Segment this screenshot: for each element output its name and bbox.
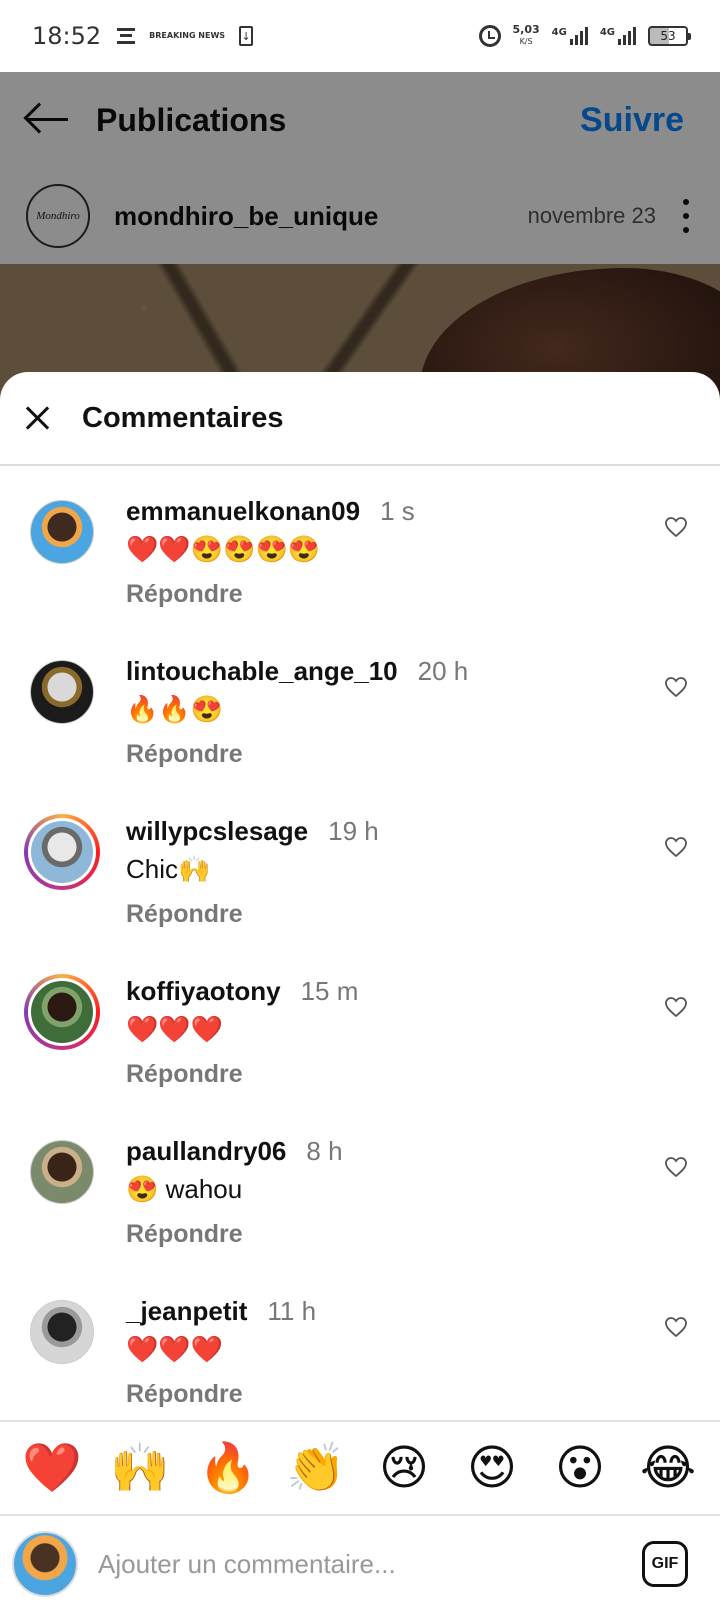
signal-icon-2: 4G [600, 27, 636, 45]
reply-button[interactable]: Répondre [126, 740, 243, 769]
comment-timestamp: 11 h [267, 1296, 317, 1326]
reaction-emoji-button[interactable]: 😂 [633, 1440, 703, 1496]
reaction-emoji-button[interactable]: 😮 [545, 1440, 615, 1496]
reply-button[interactable]: Répondre [126, 1380, 243, 1409]
close-icon[interactable] [22, 403, 52, 433]
comment-item: koffiyaotony 15 m ❤️❤️❤️ Répondre [0, 948, 720, 1112]
comment-item: willypcslesage 19 h Chic🙌 Répondre [0, 788, 720, 952]
alarm-icon [478, 25, 501, 47]
comment-timestamp: 8 h [306, 1136, 343, 1166]
comment-timestamp: 15 m [300, 976, 359, 1006]
reply-button[interactable]: Répondre [126, 1060, 243, 1089]
commenter-avatar[interactable] [30, 1140, 94, 1204]
gif-button[interactable]: GIF [642, 1541, 688, 1587]
reply-button[interactable]: Répondre [126, 580, 243, 609]
comment-username[interactable]: koffiyaotony 15 m [126, 976, 358, 1007]
status-bar: 18:52 BREAKING NEWS ↓ 5,03 K/S 4G 4G 53 [0, 0, 720, 72]
backdrop-overlay[interactable] [0, 72, 720, 412]
comments-title: Commentaires [82, 401, 284, 434]
comment-username[interactable]: emmanuelkonan09 1 s [126, 496, 415, 527]
reply-button[interactable]: Répondre [126, 1220, 243, 1249]
current-user-avatar [12, 1531, 78, 1597]
network-speed: 5,03 K/S [512, 23, 540, 47]
notification-icons: BREAKING NEWS ↓ [117, 26, 254, 46]
comment-username[interactable]: lintouchable_ange_10 20 h [126, 656, 468, 687]
comment-timestamp: 1 s [380, 496, 415, 526]
commenter-avatar[interactable] [30, 500, 94, 564]
reaction-emoji-button[interactable]: 🙌 [105, 1440, 175, 1496]
like-heart-icon[interactable] [664, 1316, 688, 1338]
battery-icon: 53 [648, 26, 691, 46]
download-icon: ↓ [239, 26, 254, 46]
reaction-emoji-button[interactable]: ❤️ [17, 1440, 87, 1496]
comment-timestamp: 19 h [328, 816, 379, 846]
comment-text: 😍 wahou [126, 1174, 243, 1204]
comment-text: 🔥🔥😍 [126, 694, 224, 724]
reaction-emoji-button[interactable]: 😍 [457, 1440, 527, 1496]
comment-username-text[interactable]: willypcslesage [126, 816, 308, 846]
reply-button[interactable]: Répondre [126, 900, 243, 929]
reaction-emoji-button[interactable]: 😢 [369, 1440, 439, 1496]
comments-list: emmanuelkonan09 1 s ❤️❤️😍😍😍😍 Répondre lintou… [0, 468, 720, 1420]
comment-text: ❤️❤️❤️ [126, 1334, 224, 1364]
comment-text: ❤️❤️❤️ [126, 1014, 224, 1044]
comment-input[interactable] [98, 1548, 642, 1580]
like-heart-icon[interactable] [664, 836, 688, 858]
commenter-avatar[interactable] [30, 1300, 94, 1364]
comment-username[interactable]: willypcslesage 19 h [126, 816, 379, 847]
like-heart-icon[interactable] [664, 996, 688, 1018]
system-icons: 5,03 K/S 4G 4G 53 [478, 0, 691, 72]
comment-item: paullandry06 8 h 😍 wahou Répondre [0, 1108, 720, 1272]
comment-username[interactable]: _jeanpetit 11 h [126, 1296, 316, 1327]
comment-composer: GIF [0, 1514, 720, 1612]
comment-username-text[interactable]: _jeanpetit [126, 1296, 247, 1326]
comment-item: lintouchable_ange_10 20 h 🔥🔥😍 Répondre [0, 628, 720, 792]
comment-item: _jeanpetit 11 h ❤️❤️❤️ Répondre [0, 1268, 720, 1420]
like-heart-icon[interactable] [664, 516, 688, 538]
comment-text: ❤️❤️😍😍😍😍 [126, 534, 321, 564]
app-notification-icon [117, 28, 136, 44]
comment-username-text[interactable]: lintouchable_ange_10 [126, 656, 398, 686]
commenter-avatar[interactable] [24, 974, 100, 1050]
signal-icon: 4G [552, 27, 588, 45]
quick-reactions-bar: ❤️ 🙌 🔥 👏 😢 😍 😮 😂 [0, 1420, 720, 1514]
news-icon: BREAKING NEWS [149, 31, 226, 40]
comment-timestamp: 20 h [417, 656, 469, 686]
comment-username-text[interactable]: koffiyaotony [126, 976, 281, 1006]
status-time: 18:52 [32, 22, 102, 50]
comment-username-text[interactable]: emmanuelkonan09 [126, 496, 360, 526]
comment-username[interactable]: paullandry06 8 h [126, 1136, 343, 1167]
reaction-emoji-button[interactable]: 👏 [281, 1440, 351, 1496]
comment-username-text[interactable]: paullandry06 [126, 1136, 286, 1166]
comments-sheet: Commentaires emmanuelkonan09 1 s ❤️❤️😍😍😍😍 R… [0, 372, 720, 1612]
comment-item: emmanuelkonan09 1 s ❤️❤️😍😍😍😍 Répondre [0, 468, 720, 632]
commenter-avatar[interactable] [24, 814, 100, 890]
comment-text: Chic🙌 [126, 854, 211, 884]
like-heart-icon[interactable] [664, 676, 688, 698]
comments-header: Commentaires [0, 372, 720, 466]
commenter-avatar[interactable] [30, 660, 94, 724]
like-heart-icon[interactable] [664, 1156, 688, 1178]
reaction-emoji-button[interactable]: 🔥 [193, 1440, 263, 1496]
